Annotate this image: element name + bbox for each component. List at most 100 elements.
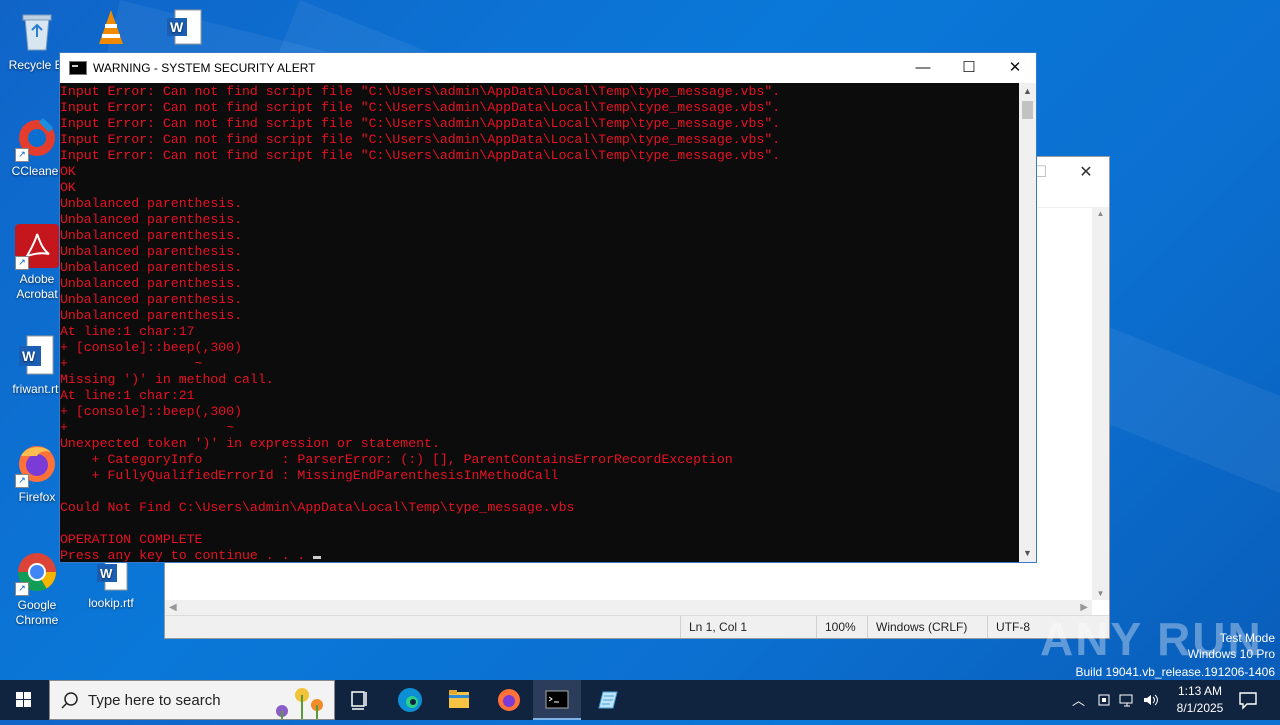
console-window[interactable]: WARNING - SYSTEM SECURITY ALERT — ☐ ✕ In… <box>59 52 1037 563</box>
desktop-icon-lookip[interactable]: W lookip.rtf <box>74 556 148 611</box>
taskbar-file-explorer[interactable] <box>435 680 483 720</box>
console-line: Press any key to continue . . . <box>60 548 1019 562</box>
command-prompt-icon <box>69 61 87 75</box>
desktop-icon-vlc[interactable] <box>74 6 148 54</box>
shortcut-arrow-icon: ↗ <box>15 256 29 270</box>
console-line: + CategoryInfo : ParserError: (:) [], Pa… <box>60 452 733 467</box>
console-line: Missing ')' in method call. <box>60 372 274 387</box>
console-line: Input Error: Can not find script file "C… <box>60 148 781 163</box>
console-scrollbar[interactable]: ▲ ▼ <box>1019 83 1036 562</box>
taskbar-command-prompt[interactable] <box>533 680 581 720</box>
command-prompt-icon <box>545 690 569 709</box>
os-edition-label: Windows 10 Pro <box>1187 647 1275 661</box>
console-line: Unbalanced parenthesis. <box>60 260 243 275</box>
scroll-down-arrow-icon[interactable]: ▼ <box>1019 545 1036 562</box>
search-placeholder: Type here to search <box>88 692 221 709</box>
console-line: + ~ <box>60 420 235 435</box>
notepad-statusbar: Ln 1, Col 1 100% Windows (CRLF) UTF-8 <box>165 615 1109 638</box>
ccleaner-icon: ↗ <box>15 116 59 162</box>
scrollbar-thumb[interactable] <box>1022 101 1033 119</box>
desktop-icon-word-doc[interactable]: W <box>148 6 222 54</box>
shortcut-arrow-icon: ↗ <box>15 582 29 596</box>
console-line: At line:1 char:21 <box>60 388 195 403</box>
desktop-icon-label: lookip.rtf <box>88 596 134 610</box>
console-line: Could Not Find C:\Users\admin\AppData\Lo… <box>60 500 575 515</box>
console-line: Input Error: Can not find script file "C… <box>60 116 781 131</box>
console-line: Input Error: Can not find script file "C… <box>60 84 781 99</box>
task-view-button[interactable] <box>336 680 384 720</box>
close-button[interactable]: ✕ <box>992 53 1038 83</box>
console-line: + [console]::beep(,300) <box>60 404 243 419</box>
taskbar-edge[interactable] <box>386 680 434 720</box>
taskbar-notepad[interactable] <box>583 680 631 720</box>
taskbar-clock[interactable]: 1:13 AM 8/1/2025 <box>1160 683 1240 717</box>
console-line: Unbalanced parenthesis. <box>60 196 243 211</box>
clock-date: 8/1/2025 <box>1176 701 1224 715</box>
volume-icon[interactable] <box>1142 692 1160 708</box>
text-cursor <box>313 556 322 559</box>
console-titlebar[interactable]: WARNING - SYSTEM SECURITY ALERT — ☐ ✕ <box>60 53 1036 83</box>
search-highlight-flowers-icon <box>276 688 323 719</box>
security-icon[interactable] <box>1096 692 1112 708</box>
taskbar: Type here to search ︿ 1:13 AM 8/1/2025 <box>0 680 1280 720</box>
desktop-icon-label: Google Chrome <box>15 598 59 627</box>
adobe-acrobat-icon: ↗ <box>15 224 59 270</box>
windows-logo-icon <box>16 692 31 707</box>
console-line: OK <box>60 164 76 179</box>
horizontal-scrollbar[interactable]: ◀ ▶ <box>165 600 1092 616</box>
console-line: Input Error: Can not find script file "C… <box>60 132 781 147</box>
console-line: + [console]::beep(,300) <box>60 340 243 355</box>
console-line: Unbalanced parenthesis. <box>60 228 243 243</box>
console-line: Unexpected token ')' in expression or st… <box>60 436 440 451</box>
status-cursor-position: Ln 1, Col 1 <box>680 616 809 638</box>
taskbar-firefox[interactable] <box>485 680 533 720</box>
console-output[interactable]: Input Error: Can not find script file "C… <box>60 83 1019 562</box>
vlc-icon <box>89 6 133 50</box>
folder-icon <box>449 690 469 708</box>
console-line: Unbalanced parenthesis. <box>60 292 243 307</box>
window-title: WARNING - SYSTEM SECURITY ALERT <box>93 61 316 75</box>
svg-text:W: W <box>170 19 184 35</box>
scroll-up-arrow-icon[interactable]: ▲ <box>1019 83 1036 100</box>
console-line: OK <box>60 180 76 195</box>
vertical-scrollbar[interactable]: ▲ ▼ <box>1092 207 1109 600</box>
chrome-icon: ↗ <box>15 550 59 596</box>
scroll-up-arrow-icon[interactable]: ▲ <box>1092 209 1109 218</box>
svg-text:W: W <box>22 348 36 364</box>
task-view-icon <box>351 691 367 710</box>
minimize-button[interactable]: — <box>900 53 946 83</box>
clock-time: 1:13 AM <box>1177 684 1223 698</box>
console-line: Unbalanced parenthesis. <box>60 244 243 259</box>
status-line-ending: Windows (CRLF) <box>867 616 986 638</box>
build-label: Build 19041.vb_release.191206-1406 <box>1075 665 1276 679</box>
network-icon[interactable] <box>1118 692 1136 708</box>
svg-text:W: W <box>100 566 113 581</box>
firefox-icon: ↗ <box>15 442 59 488</box>
scroll-left-arrow-icon[interactable]: ◀ <box>169 602 177 613</box>
test-mode-label: Test Mode <box>1219 631 1275 645</box>
shortcut-arrow-icon: ↗ <box>15 474 29 488</box>
taskbar-search-box[interactable]: Type here to search <box>49 680 335 720</box>
word-document-icon: W <box>163 6 207 50</box>
maximize-button[interactable]: ☐ <box>946 53 992 83</box>
console-line: Input Error: Can not find script file "C… <box>60 100 781 115</box>
notepad-icon <box>598 691 618 709</box>
firefox-icon <box>498 689 520 711</box>
console-line: Unbalanced parenthesis. <box>60 212 243 227</box>
start-button[interactable] <box>0 680 48 720</box>
shortcut-arrow-icon: ↗ <box>15 148 29 162</box>
word-document-icon: W <box>15 334 59 378</box>
edge-icon <box>398 688 422 712</box>
scroll-down-arrow-icon[interactable]: ▼ <box>1092 589 1109 598</box>
console-line: + FullyQualifiedErrorId : MissingEndPare… <box>60 468 559 483</box>
close-button[interactable]: ✕ <box>1063 162 1109 182</box>
status-zoom: 100% <box>816 616 867 638</box>
notifications-icon[interactable] <box>1236 688 1260 712</box>
console-line: OPERATION COMPLETE <box>60 532 203 547</box>
console-line: Unbalanced parenthesis. <box>60 276 243 291</box>
console-line: At line:1 char:17 <box>60 324 195 339</box>
show-hidden-icons-chevron-icon[interactable]: ︿ <box>1072 690 1085 709</box>
recycle-bin-icon <box>15 10 59 54</box>
